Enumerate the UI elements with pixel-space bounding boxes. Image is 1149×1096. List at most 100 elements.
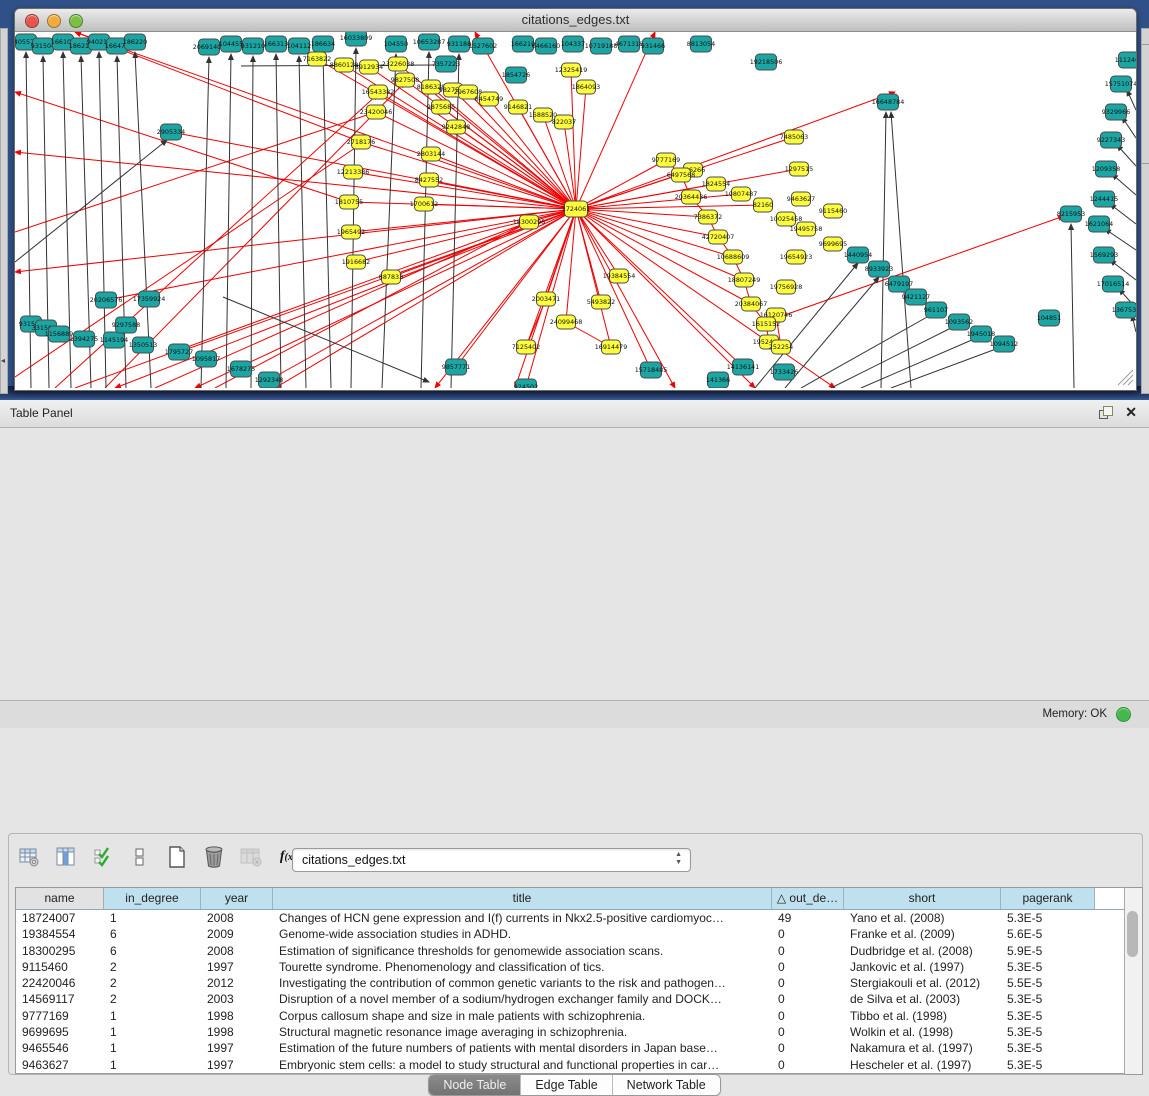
float-panel-icon[interactable] [1099,406,1113,420]
column-header-in_degree[interactable]: in_degree [104,888,201,909]
table-cell[interactable]: Nakamura et al. (1997) [844,1040,1001,1056]
graph-node[interactable]: 19218506 [750,54,783,70]
results-panel-collapsed-strip[interactable] [1141,28,1149,394]
graph-node[interactable]: 1292348 [255,372,283,388]
table-cell[interactable]: 0 [772,943,844,959]
graph-node[interactable]: 104112 [287,38,311,54]
table-row[interactable]: 1872400712008Changes of HCN gene express… [16,910,1125,926]
table-cell[interactable]: 2 [104,959,201,975]
table-cell[interactable]: 0 [772,1008,844,1024]
column-header-title[interactable]: title [273,888,772,909]
table-cell[interactable]: 5.3E-5 [1001,1024,1095,1040]
graph-node[interactable]: 19654923 [780,250,813,264]
table-cell[interactable]: 0 [772,1024,844,1040]
graph-node[interactable]: 42720407 [702,230,735,244]
table-cell[interactable]: 5.6E-5 [1001,926,1095,942]
table-cell[interactable]: 0 [772,959,844,975]
graph-node[interactable]: 8427552 [415,173,443,187]
table-cell[interactable]: Franke et al. (2009) [844,926,1001,942]
graph-node[interactable]: 7485063 [780,130,808,144]
column-header-pagerank[interactable]: pagerank [1001,888,1095,909]
graph-node[interactable]: 1724061 [562,201,590,217]
graph-node[interactable]: 2905334 [157,124,185,140]
graph-node[interactable]: 166313 [264,36,288,52]
table-cell[interactable]: Stergiakouli et al. (2012) [844,975,1001,991]
table-cell[interactable]: 2012 [201,975,273,991]
table-cell[interactable]: 18724007 [16,910,104,926]
graph-node[interactable]: 1621064 [1085,216,1113,232]
graph-node[interactable]: 1094512 [990,336,1018,352]
table-cell[interactable]: 0 [772,1040,844,1056]
graph-node[interactable]: 10719188 [585,38,618,54]
table-cell[interactable]: 0 [772,1057,844,1073]
graph-node[interactable]: 1678275 [227,361,255,377]
table-vertical-scrollbar[interactable] [1124,887,1143,1075]
table-row[interactable]: 2242004622012Investigating the contribut… [16,975,1125,991]
graph-node[interactable]: 8933923 [865,261,893,277]
table-cell[interactable]: 5.3E-5 [1001,910,1095,926]
table-cell[interactable]: 2003 [201,991,273,1007]
table-cell[interactable]: 49 [772,910,844,926]
table-cell[interactable]: 14569117 [16,991,104,1007]
table-cell[interactable]: 9463627 [16,1057,104,1073]
table-cell[interactable]: 1 [104,1008,201,1024]
graph-node[interactable]: 931466 [641,38,665,54]
graph-node[interactable]: 20206576 [90,292,123,308]
table-cell[interactable]: Corpus callosum shape and size in male p… [273,1008,772,1024]
graph-node[interactable]: 10653287 [413,34,446,50]
graph-node[interactable]: 10688609 [717,250,750,264]
graph-node[interactable]: 1095817 [192,351,220,367]
panel-collapse-arrow-icon[interactable]: ◂ [1,357,5,365]
network-canvas[interactable]: 4055729315041661041862139402161664751862… [15,32,1136,388]
graph-node[interactable]: 1440954 [844,247,872,263]
graph-node[interactable]: 1916682 [342,255,370,269]
graph-node[interactable]: 104851 [1037,310,1061,326]
table-row[interactable]: 946554611997Estimation of the future num… [16,1040,1125,1056]
column-header-short[interactable]: short [844,888,1001,909]
graph-node[interactable]: 7357223 [432,56,460,72]
graph-node[interactable]: 104550 [384,36,408,52]
graph-node[interactable]: 887833 [379,270,403,284]
graph-node[interactable]: 9421127 [902,289,930,305]
table-row[interactable]: 969969511998Structural magnetic resonanc… [16,1024,1125,1040]
table-cell[interactable]: Changes of HCN gene expression and I(f) … [273,910,772,926]
graph-node[interactable]: 17016514 [1097,276,1130,292]
table-cell[interactable]: 6 [104,943,201,959]
table-cell[interactable]: 1 [104,910,201,926]
graph-node[interactable]: 24099468 [550,315,583,329]
graph-node[interactable]: 12213386 [337,165,370,179]
table-row[interactable]: 911546021997Tourette syndrome. Phenomeno… [16,959,1125,975]
graph-node[interactable]: 961107 [924,302,948,318]
table-cell[interactable]: Estimation of the future numbers of pati… [273,1040,772,1056]
graph-node[interactable]: 1824554 [702,177,730,191]
graph-node[interactable]: 8813054 [687,36,715,52]
graph-node[interactable]: 186634 [311,36,335,52]
table-row[interactable]: 1830029562008Estimation of significance … [16,943,1125,959]
graph-node[interactable]: 16648784 [872,94,905,110]
row-height-icon[interactable] [127,844,153,870]
column-header-name[interactable]: name [16,888,104,909]
table-cell[interactable]: de Silva et al. (2003) [844,991,1001,1007]
table-cell[interactable]: 1 [104,1057,201,1073]
table-cell[interactable]: 5.3E-5 [1001,1040,1095,1056]
table-cell[interactable]: Yano et al. (2008) [844,910,1001,926]
graph-node[interactable]: 4671318 [615,36,643,52]
table-cell[interactable]: 1998 [201,1008,273,1024]
graph-node[interactable]: 924502 [514,379,538,388]
table-cell[interactable]: 1997 [201,1057,273,1073]
graph-node[interactable]: 104337 [561,36,585,52]
delete-table-icon[interactable] [201,844,227,870]
table-row[interactable]: 1938455462009Genome-wide association stu… [16,926,1125,942]
table-cell[interactable]: 18300295 [16,943,104,959]
graph-node[interactable]: 822037 [552,115,576,129]
graph-node[interactable]: 20384067 [735,297,768,311]
table-cell[interactable]: 0 [772,926,844,942]
tab-network-table[interactable]: Network Table [613,1075,720,1095]
graph-node[interactable]: 2003471 [532,292,560,306]
table-row[interactable]: 1456911722003Disruption of a novel membe… [16,991,1125,1007]
table-cell[interactable]: 5.9E-5 [1001,943,1095,959]
table-cell[interactable]: Tourette syndrome. Phenomenology and cla… [273,959,772,975]
graph-node[interactable]: 186220 [123,34,147,50]
table-cell[interactable]: 9699695 [16,1024,104,1040]
graph-node[interactable]: 5493822 [587,295,615,309]
